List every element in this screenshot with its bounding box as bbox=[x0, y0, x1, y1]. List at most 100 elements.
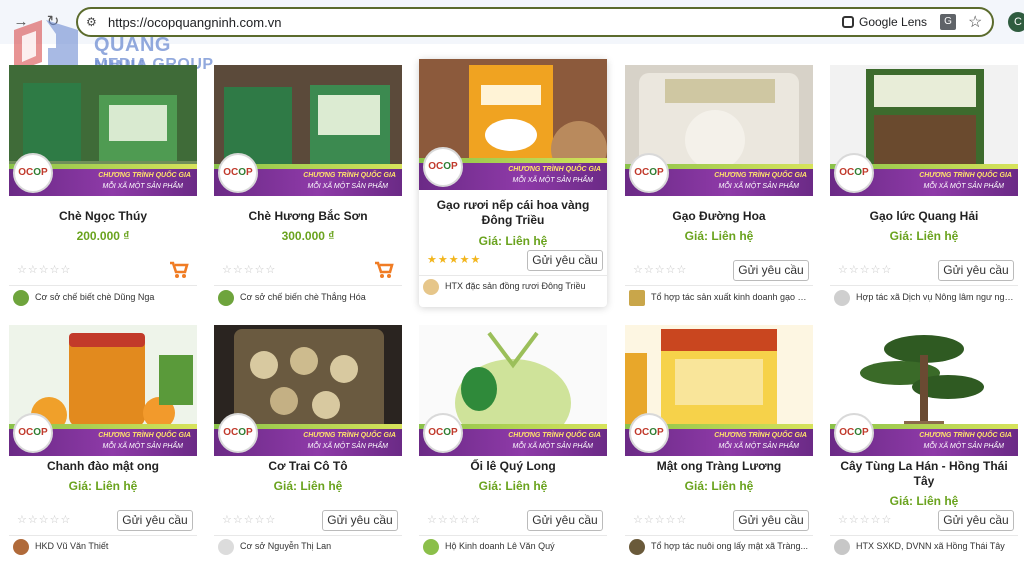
product-image[interactable]: CHƯƠNG TRÌNH QUỐC GIA MỖI XÃ MỘT SẢN PHẨM… bbox=[625, 325, 813, 456]
seller-name[interactable]: HTX SXKD, DVNN xã Hồng Thái Tây bbox=[856, 541, 1016, 551]
banner-line1: CHƯƠNG TRÌNH QUỐC GIA bbox=[98, 172, 191, 179]
product-card[interactable]: CHƯƠNG TRÌNH QUỐC GIA MỖI XÃ MỘT SẢN PHẨM… bbox=[625, 65, 813, 313]
seller-name[interactable]: Cơ sở chế biến chè Thắng Hóa bbox=[240, 292, 400, 302]
seller-logo-icon bbox=[13, 290, 29, 306]
seller-name[interactable]: Tổ hợp tác nuôi ong lấy mật xã Tràng... bbox=[651, 541, 811, 551]
seller-logo-icon bbox=[834, 290, 850, 306]
seller-row[interactable]: Hộ Kinh doanh Lê Văn Quý bbox=[423, 539, 605, 557]
seller-row[interactable]: HTX SXKD, DVNN xã Hồng Thái Tây bbox=[834, 539, 1016, 557]
send-request-button[interactable]: Gửi yêu cầu bbox=[733, 510, 809, 531]
ocop-logo-icon: OCOP bbox=[834, 413, 874, 453]
ocop-logo-icon: OCOP bbox=[629, 153, 669, 193]
seller-row[interactable]: HTX đặc sản đồng rươi Đông Triều bbox=[423, 279, 605, 297]
shopping-cart-icon[interactable] bbox=[169, 261, 189, 279]
banner-line2: MỖI XÃ MỘT SẢN PHẨM bbox=[718, 443, 799, 450]
divider bbox=[214, 535, 402, 536]
divider bbox=[419, 275, 607, 276]
product-price: Giá: Liên hệ bbox=[684, 229, 754, 243]
product-image[interactable]: CHƯƠNG TRÌNH QUỐC GIA MỖI XÃ MỘT SẢN PHẨM… bbox=[9, 65, 197, 196]
rating-stars: ☆☆☆☆☆ bbox=[222, 514, 277, 526]
translate-icon[interactable]: G bbox=[940, 14, 956, 30]
product-image[interactable]: CHƯƠNG TRÌNH QUỐC GIA MỖI XÃ MỘT SẢN PHẨM… bbox=[830, 325, 1018, 456]
seller-name[interactable]: Cơ sở Nguyễn Thị Lan bbox=[240, 541, 400, 551]
google-lens-button[interactable]: Google Lens bbox=[842, 15, 927, 29]
product-image[interactable]: CHƯƠNG TRÌNH QUỐC GIA MỖI XÃ MỘT SẢN PHẨM… bbox=[419, 59, 607, 190]
product-card[interactable]: CHƯƠNG TRÌNH QUỐC GIA MỖI XÃ MỘT SẢN PHẨM… bbox=[419, 59, 607, 307]
seller-name[interactable]: Tổ hợp tác sản xuất kinh doanh gạo Đ... bbox=[651, 292, 811, 302]
divider bbox=[419, 535, 607, 536]
send-request-button[interactable]: Gửi yêu cầu bbox=[117, 510, 193, 531]
product-price: Giá: Liên hệ bbox=[684, 479, 754, 493]
send-request-button[interactable]: Gửi yêu cầu bbox=[938, 510, 1014, 531]
ocop-logo-icon: OCOP bbox=[423, 147, 463, 187]
product-card[interactable]: CHƯƠNG TRÌNH QUỐC GIA MỖI XÃ MỘT SẢN PHẨM… bbox=[830, 325, 1018, 573]
rating-stars: ☆☆☆☆☆ bbox=[838, 514, 893, 526]
send-request-button[interactable]: Gửi yêu cầu bbox=[733, 260, 809, 281]
lens-icon bbox=[842, 16, 854, 28]
banner-line2: MỖI XÃ MỘT SẢN PHẨM bbox=[307, 443, 388, 450]
rating-stars: ☆☆☆☆☆ bbox=[17, 514, 72, 526]
ocop-logo-icon: OCOP bbox=[218, 413, 258, 453]
rating-stars: ★★★★★ bbox=[427, 254, 482, 266]
product-image[interactable]: CHƯƠNG TRÌNH QUỐC GIA MỖI XÃ MỘT SẢN PHẨM… bbox=[625, 65, 813, 196]
product-image[interactable]: CHƯƠNG TRÌNH QUỐC GIA MỖI XÃ MỘT SẢN PHẨM… bbox=[419, 325, 607, 456]
banner-line2: MỖI XÃ MỘT SẢN PHẨM bbox=[512, 443, 593, 450]
seller-row[interactable]: Cơ sở chế biết chè Dũng Nga bbox=[13, 290, 195, 308]
send-request-button[interactable]: Gửi yêu cầu bbox=[527, 250, 603, 271]
product-name[interactable]: Cơ Trai Cô Tô bbox=[220, 459, 396, 474]
product-image[interactable]: CHƯƠNG TRÌNH QUỐC GIA MỖI XÃ MỘT SẢN PHẨM… bbox=[214, 65, 402, 196]
seller-logo-icon bbox=[834, 539, 850, 555]
seller-name[interactable]: HKD Vũ Văn Thiết bbox=[35, 541, 195, 551]
seller-logo-icon bbox=[218, 539, 234, 555]
seller-name[interactable]: Cơ sở chế biết chè Dũng Nga bbox=[35, 292, 195, 302]
seller-name[interactable]: Hợp tác xã Dịch vụ Nông lâm ngư nghi... bbox=[856, 292, 1016, 302]
product-name[interactable]: Gạo rươi nếp cái hoa vàng Đông Triều bbox=[425, 198, 601, 228]
product-name[interactable]: Chanh đào mật ong bbox=[15, 459, 191, 474]
product-card[interactable]: CHƯƠNG TRÌNH QUỐC GIA MỖI XÃ MỘT SẢN PHẨM… bbox=[625, 325, 813, 573]
product-grid: CHƯƠNG TRÌNH QUỐC GIA MỖI XÃ MỘT SẢN PHẨM… bbox=[0, 55, 1024, 573]
seller-row[interactable]: Tổ hợp tác nuôi ong lấy mật xã Tràng... bbox=[629, 539, 811, 557]
product-name[interactable]: Chè Ngọc Thúy bbox=[15, 209, 191, 224]
seller-name[interactable]: Hộ Kinh doanh Lê Văn Quý bbox=[445, 541, 605, 551]
seller-row[interactable]: Tổ hợp tác sản xuất kinh doanh gạo Đ... bbox=[629, 290, 811, 308]
seller-row[interactable]: Hợp tác xã Dịch vụ Nông lâm ngư nghi... bbox=[834, 290, 1016, 308]
send-request-button[interactable]: Gửi yêu cầu bbox=[322, 510, 398, 531]
ocop-logo-icon: OCOP bbox=[13, 413, 53, 453]
seller-row[interactable]: Cơ sở chế biến chè Thắng Hóa bbox=[218, 290, 400, 308]
product-name[interactable]: Chè Hương Bắc Sơn bbox=[220, 209, 396, 224]
product-price: Giá: Liên hệ bbox=[273, 479, 343, 493]
product-price: Giá: Liên hệ bbox=[889, 229, 959, 243]
product-card[interactable]: CHƯƠNG TRÌNH QUỐC GIA MỖI XÃ MỘT SẢN PHẨM… bbox=[9, 325, 197, 573]
product-card[interactable]: CHƯƠNG TRÌNH QUỐC GIA MỖI XÃ MỘT SẢN PHẨM… bbox=[214, 325, 402, 573]
product-image[interactable]: CHƯƠNG TRÌNH QUỐC GIA MỖI XÃ MỘT SẢN PHẨM… bbox=[214, 325, 402, 456]
shopping-cart-icon[interactable] bbox=[374, 261, 394, 279]
divider bbox=[9, 535, 197, 536]
ocop-logo-icon: OCOP bbox=[218, 153, 258, 193]
banner-line2: MỖI XÃ MỘT SẢN PHẨM bbox=[102, 443, 183, 450]
product-name[interactable]: Gạo Đường Hoa bbox=[631, 209, 807, 224]
product-card[interactable]: CHƯƠNG TRÌNH QUỐC GIA MỖI XÃ MỘT SẢN PHẨM… bbox=[419, 325, 607, 573]
product-name[interactable]: Gạo lức Quang Hải bbox=[836, 209, 1012, 224]
seller-row[interactable]: HKD Vũ Văn Thiết bbox=[13, 539, 195, 557]
banner-line2: MỖI XÃ MỘT SẢN PHẨM bbox=[923, 443, 1004, 450]
bookmark-star-icon[interactable]: ☆ bbox=[968, 12, 982, 32]
seller-row[interactable]: Cơ sở Nguyễn Thị Lan bbox=[218, 539, 400, 557]
rating-stars: ☆☆☆☆☆ bbox=[633, 514, 688, 526]
banner-line1: CHƯƠNG TRÌNH QUỐC GIA bbox=[508, 432, 601, 439]
google-lens-label: Google Lens bbox=[859, 15, 928, 29]
profile-avatar[interactable]: C bbox=[1008, 12, 1024, 32]
product-image[interactable]: CHƯƠNG TRÌNH QUỐC GIA MỖI XÃ MỘT SẢN PHẨM… bbox=[9, 325, 197, 456]
product-card[interactable]: CHƯƠNG TRÌNH QUỐC GIA MỖI XÃ MỘT SẢN PHẨM… bbox=[214, 65, 402, 313]
seller-name[interactable]: HTX đặc sản đồng rươi Đông Triều bbox=[445, 281, 605, 291]
product-card[interactable]: CHƯƠNG TRÌNH QUỐC GIA MỖI XÃ MỘT SẢN PHẨM… bbox=[9, 65, 197, 313]
ocop-logo-icon: OCOP bbox=[13, 153, 53, 193]
product-name[interactable]: Ối lê Quý Long bbox=[425, 459, 601, 474]
send-request-button[interactable]: Gửi yêu cầu bbox=[938, 260, 1014, 281]
product-image[interactable]: CHƯƠNG TRÌNH QUỐC GIA MỖI XÃ MỘT SẢN PHẨM… bbox=[830, 65, 1018, 196]
product-card[interactable]: CHƯƠNG TRÌNH QUỐC GIA MỖI XÃ MỘT SẢN PHẨM… bbox=[830, 65, 1018, 313]
product-name[interactable]: Mật ong Tràng Lương bbox=[631, 459, 807, 474]
send-request-button[interactable]: Gửi yêu cầu bbox=[527, 510, 603, 531]
ocop-logo-icon: OCOP bbox=[423, 413, 463, 453]
banner-line1: CHƯƠNG TRÌNH QUỐC GIA bbox=[508, 166, 601, 173]
product-name[interactable]: Cây Tùng La Hán - Hồng Thái Tây bbox=[836, 459, 1012, 489]
